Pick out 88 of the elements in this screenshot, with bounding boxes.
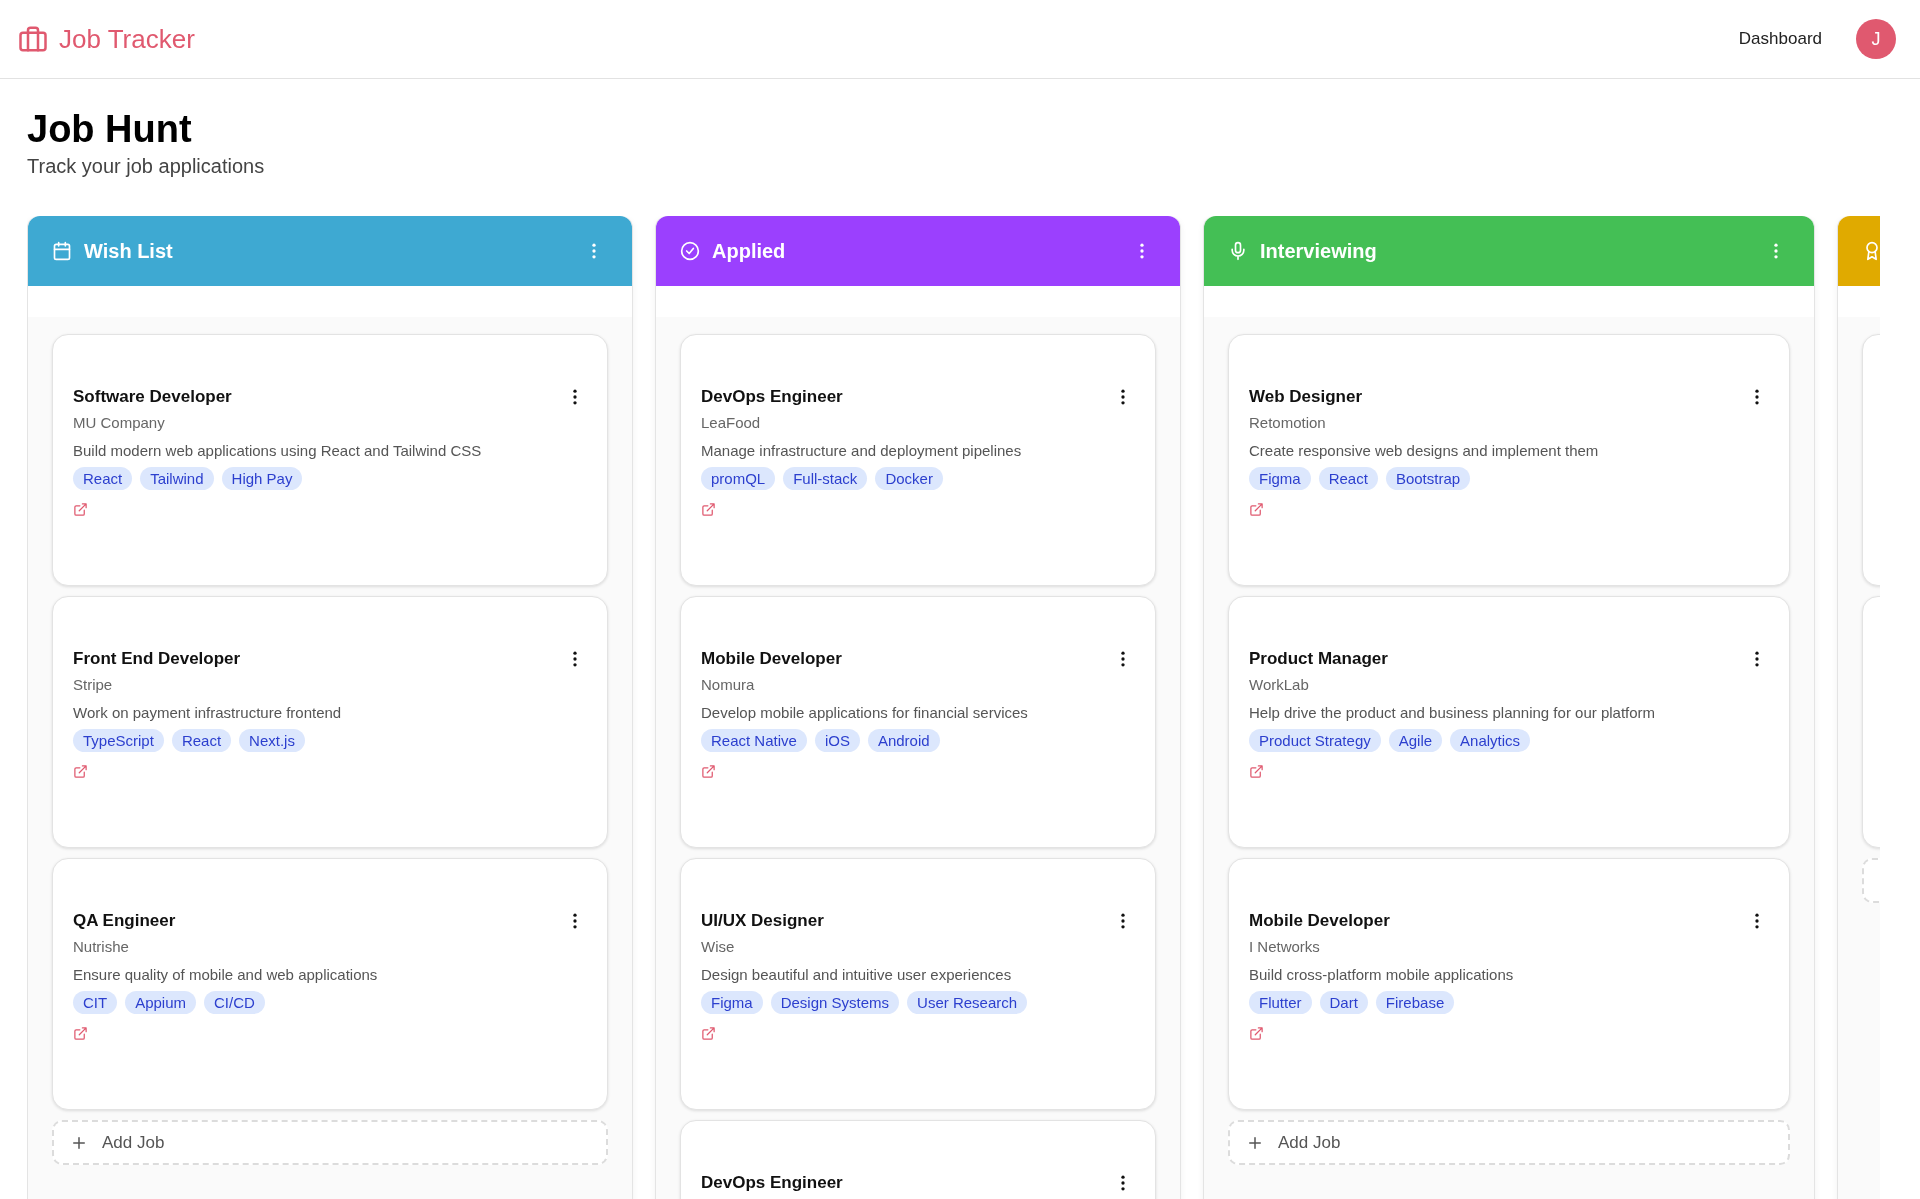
page-title: Job Hunt [27, 107, 193, 151]
company-name: MU Company [73, 414, 166, 431]
job-card[interactable]: Mobile Developer I Networks Build cross-platform mobile applications Flutter Dart Firebase [1228, 858, 1790, 1110]
job-title: UI/UX Designer [701, 911, 824, 931]
skill-tag: React Native [701, 729, 807, 752]
job-title: QA Engineer [73, 911, 176, 931]
skill-tag: Dart [1319, 991, 1368, 1014]
skill-tag: User Research [907, 991, 1028, 1014]
external-link-icon[interactable] [701, 502, 716, 517]
skill-tag: Firebase [1375, 991, 1455, 1014]
external-link-icon[interactable] [701, 764, 716, 779]
job-card[interactable]: UI/UX Designer Wise Design beautiful and intuitive user experiences Figma Design Systems User Research [680, 858, 1156, 1110]
skill-tag: Analytics [1450, 729, 1531, 752]
skill-tag: Product Strategy [1249, 729, 1381, 752]
external-link-icon[interactable] [73, 764, 88, 779]
page-subtitle: Track your job applications [27, 155, 266, 178]
job-title: Web Designer [1249, 387, 1363, 407]
external-link-icon[interactable] [1249, 764, 1264, 779]
job-card[interactable]: Web Designer Retomotion Create responsive web designs and implement them Figma React Bootstrap [1228, 334, 1790, 586]
skill-tag: Full-stack [783, 467, 868, 490]
job-description: Help drive the product and business planning for our platform [1249, 704, 1657, 721]
add-job-button[interactable]: Add Job [52, 1120, 608, 1165]
job-title: Software Developer [73, 387, 232, 407]
column-title: Wish List [84, 239, 173, 263]
company-name: LeaFood [701, 414, 762, 431]
skill-tag: Next.js [239, 729, 305, 752]
job-card[interactable]: Product Manager WorkLab Help drive the product and business planning for our platform Product Strategy Agile Analytics [1228, 596, 1790, 848]
external-link-icon[interactable] [73, 1026, 88, 1041]
job-description: Ensure quality of mobile and web applications [73, 966, 379, 983]
skill-tag: Tailwind [140, 467, 214, 490]
dashboard-link[interactable]: Dashboard [1738, 29, 1822, 49]
job-title: Mobile Developer [701, 649, 842, 669]
job-title: Front End Developer [73, 649, 241, 669]
skill-tag: CIT [73, 991, 118, 1014]
skill-tag: promQL [701, 467, 776, 490]
skill-tag: Docker [875, 467, 943, 490]
job-description: Build modern web applications using React and Tailwind CSS [73, 442, 483, 459]
skill-tag: High Pay [221, 467, 303, 490]
job-description: Design beautiful and intuitive user experiences [701, 966, 1013, 983]
job-card[interactable]: Software Developer MU Company Build modern web applications using React and Tailwind CSS React Tailwind High Pay [52, 334, 608, 586]
job-description: Work on payment infrastructure frontend [73, 704, 343, 721]
skill-tag: Agile [1388, 729, 1443, 752]
job-card[interactable]: Mobile Developer Nomura Develop mobile applications for financial services React Native iOS Android [680, 596, 1156, 848]
external-link-icon[interactable] [1249, 502, 1264, 517]
company-name: WorkLab [1249, 676, 1310, 693]
job-description: Develop mobile applications for financial services [701, 704, 1029, 721]
calendar-icon [52, 241, 72, 261]
company-name: Nomura [701, 676, 756, 693]
job-title: Mobile Developer [1249, 911, 1390, 931]
job-card[interactable]: QA Engineer Nutrishe Ensure quality of mobile and web applications CIT Appium CI/CD [52, 858, 608, 1110]
avatar[interactable]: J [1856, 19, 1896, 59]
column-title: Applied [712, 239, 786, 263]
skill-tag: Appium [125, 991, 197, 1014]
briefcase-icon [18, 24, 48, 54]
company-name: Retomotion [1249, 414, 1327, 431]
company-name: Wise [701, 938, 736, 955]
external-link-icon[interactable] [701, 1026, 716, 1041]
company-name: Stripe [73, 676, 114, 693]
microphone-icon [1228, 241, 1248, 261]
skill-tag: Bootstrap [1385, 467, 1471, 490]
job-description: Build cross-platform mobile applications [1249, 966, 1515, 983]
external-link-icon[interactable] [1249, 1026, 1264, 1041]
skill-tag: iOS [814, 729, 860, 752]
check-circle-icon [680, 241, 700, 261]
skill-tag: Android [867, 729, 940, 752]
skill-tag: React [171, 729, 232, 752]
skill-tag: Figma [1249, 467, 1311, 490]
skill-tag: TypeScript [73, 729, 164, 752]
skill-tag: Design Systems [770, 991, 900, 1014]
external-link-icon[interactable] [73, 502, 88, 517]
job-card[interactable]: Front End Developer Stripe Work on payment infrastructure frontend TypeScript React Next.js [52, 596, 608, 848]
company-name: I Networks [1249, 938, 1321, 955]
skill-tag: React [73, 467, 133, 490]
skill-tag: Flutter [1249, 991, 1312, 1014]
column-title: Interviewing [1260, 239, 1377, 263]
job-title: DevOps Engineer [701, 387, 843, 407]
skill-tag: React [1318, 467, 1378, 490]
job-title: Product Manager [1249, 649, 1388, 669]
job-description: Manage infrastructure and deployment pipelines [701, 442, 1023, 459]
job-card[interactable]: DevOps Engineer LeaFood Manage infrastructure and deployment pipelines promQL Full-stack Docker [680, 334, 1156, 586]
add-job-button[interactable]: Add Job [1228, 1120, 1790, 1165]
skill-tag: CI/CD [204, 991, 265, 1014]
skill-tag: Figma [701, 991, 763, 1014]
job-card[interactable]: DevOps Engineer [680, 1120, 1156, 1199]
company-name: Nutrishe [73, 938, 130, 955]
job-title: DevOps Engineer [701, 1173, 843, 1193]
job-description: Create responsive web designs and implement them [1249, 442, 1600, 459]
app-title: Job Tracker [59, 23, 195, 55]
